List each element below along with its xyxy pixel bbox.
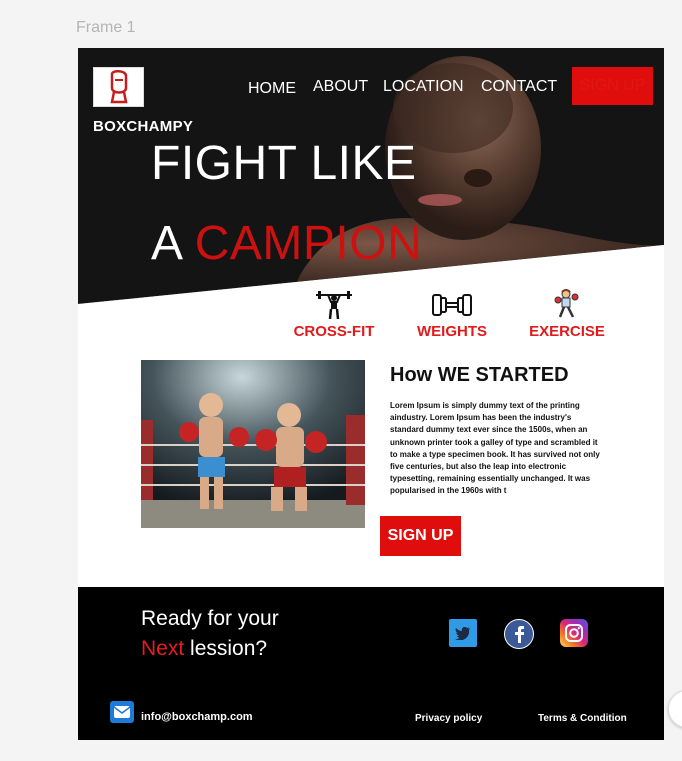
barbell-lifter-icon	[316, 291, 352, 319]
facebook-icon	[515, 626, 524, 643]
feature-weights[interactable]: WEIGHTS	[402, 289, 502, 340]
facebook-link[interactable]	[504, 619, 534, 649]
footer-cta: Ready for your Next lession?	[141, 604, 279, 664]
hero-headline-accent: CAMPION	[194, 217, 423, 270]
feature-crossfit-label: CROSS-FIT	[293, 323, 375, 340]
boxing-glove-logo-icon	[110, 70, 128, 104]
footer-cta-line2: Next lession?	[141, 634, 279, 664]
canvas-side-control[interactable]	[668, 690, 682, 728]
story-body: Lorem Ipsum is simply dummy text of the …	[390, 401, 600, 496]
fighter-icon	[554, 289, 579, 318]
nav-home[interactable]: HOME	[248, 80, 296, 98]
feature-crossfit[interactable]: CROSS-FIT	[284, 289, 384, 340]
dumbbell-icon	[432, 294, 472, 316]
twitter-icon	[455, 627, 470, 640]
footer-cta-next: Next	[141, 637, 185, 660]
nav-about[interactable]: ABOUT	[313, 78, 368, 96]
frame-label: Frame 1	[76, 19, 136, 36]
footer-cta-line1: Ready for your	[141, 607, 279, 630]
logo[interactable]	[93, 67, 144, 107]
feature-weights-label: WEIGHTS	[417, 323, 487, 340]
privacy-policy-link[interactable]: Privacy policy	[415, 713, 482, 724]
nav-location[interactable]: LOCATION	[383, 78, 464, 96]
nav-contact[interactable]: CONTACT	[481, 78, 557, 96]
footer-cta-rest: lession?	[184, 637, 268, 660]
story-signup-button[interactable]: SIGN UP	[380, 516, 461, 556]
footer-email[interactable]: info@boxchamp.com	[141, 711, 253, 723]
mail-icon	[110, 701, 134, 723]
hero-headline-line1: FIGHT LIKE	[151, 137, 417, 190]
brand-name: BOXCHAMPY	[93, 118, 194, 135]
twitter-link[interactable]	[449, 619, 477, 647]
feature-exercise-label: EXERCISE	[529, 323, 605, 340]
terms-link[interactable]: Terms & Condition	[538, 713, 627, 724]
kids-boxing-photo	[141, 360, 365, 528]
hero-headline-line2: A CAMPION	[151, 216, 422, 271]
hero-headline-prefix: A	[151, 217, 181, 270]
page-frame: BOXCHAMPY HOME ABOUT LOCATION CONTACT SI…	[78, 48, 664, 740]
footer: Ready for your Next lession? info@boxcha…	[78, 587, 664, 740]
story-title: How WE STARTED	[390, 364, 569, 386]
instagram-link[interactable]	[560, 619, 588, 647]
hero-section: BOXCHAMPY HOME ABOUT LOCATION CONTACT SI…	[78, 48, 664, 304]
instagram-icon	[565, 624, 583, 642]
feature-exercise[interactable]: EXERCISE	[517, 289, 617, 340]
header-signup-button[interactable]: SIGN UP	[572, 67, 653, 105]
